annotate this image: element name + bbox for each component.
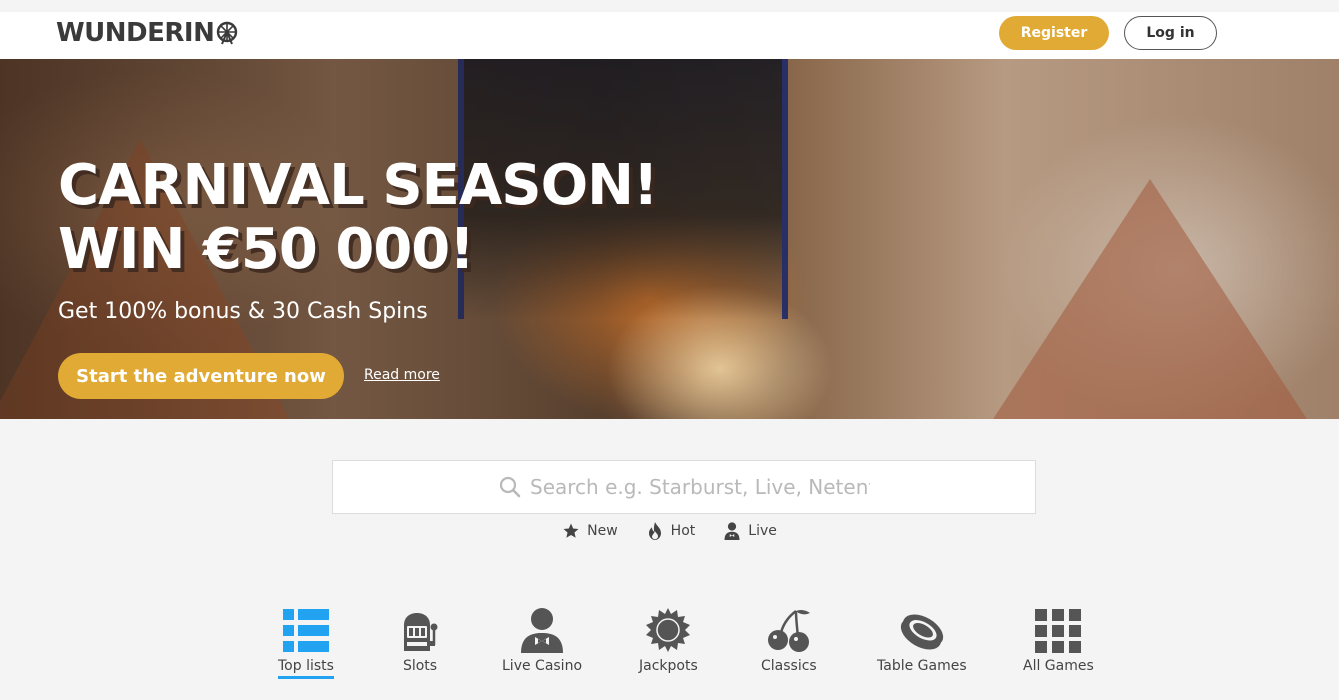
hero-subtitle: Get 100% bonus & 30 Cash Spins (58, 299, 428, 324)
dealer-icon (724, 522, 740, 540)
category-label: Table Games (877, 658, 967, 674)
category-label: All Games (1023, 658, 1094, 674)
read-more-link[interactable]: Read more (364, 367, 440, 383)
hero-banner: CARNIVAL SEASON! WIN €50 000! Get 100% b… (0, 59, 1339, 419)
search-icon (499, 476, 521, 498)
register-button[interactable]: Register (999, 16, 1109, 50)
category-top-lists[interactable]: Top lists (278, 605, 334, 679)
category-jackpots[interactable]: Jackpots (639, 605, 698, 674)
hero-title-line1: CARNIVAL SEASON! (58, 153, 659, 218)
top-strip (0, 0, 1339, 12)
start-adventure-button[interactable]: Start the adventure now (58, 353, 344, 399)
category-slots[interactable]: Slots (400, 605, 440, 674)
category-table-games[interactable]: Table Games (877, 605, 967, 674)
quick-filter-new[interactable]: New (562, 518, 618, 544)
quick-filter-label: Live (748, 523, 777, 539)
quick-filter-label: Hot (670, 523, 696, 539)
category-all-games[interactable]: All Games (1023, 605, 1094, 674)
logo[interactable]: WUNDERIN (56, 18, 239, 48)
cherry-icon (767, 609, 810, 652)
ferris-wheel-icon (217, 21, 238, 45)
category-live-casino[interactable]: Live Casino (502, 605, 582, 674)
category-nav: Top lists Slots Live Casino Jackpots Cla… (0, 605, 1339, 700)
category-classics[interactable]: Classics (761, 605, 817, 674)
category-label: Jackpots (639, 658, 698, 674)
flame-icon (648, 522, 661, 540)
dealer-icon (521, 608, 563, 653)
slot-machine-icon (404, 613, 438, 651)
category-label: Top lists (278, 658, 334, 679)
star-icon (563, 523, 579, 538)
quick-filters: New Hot Live (0, 518, 1339, 544)
site-header: WUNDERIN Register Log in (0, 12, 1339, 59)
category-label: Slots (402, 658, 438, 674)
hero-title: CARNIVAL SEASON! WIN €50 000! (58, 153, 659, 282)
list-icon (282, 609, 329, 652)
logo-text: WUNDERIN (56, 18, 215, 48)
chip-icon (900, 614, 943, 650)
search-box[interactable] (332, 460, 1036, 514)
jackpot-badge-icon (646, 608, 691, 652)
quick-filter-label: New (587, 523, 618, 539)
category-label: Classics (761, 658, 817, 674)
quick-filter-live[interactable]: Live (723, 518, 777, 544)
quick-filter-hot[interactable]: Hot (646, 518, 696, 544)
hero-bg-shape (980, 179, 1320, 419)
search-input[interactable] (530, 475, 870, 499)
hero-title-line2: WIN €50 000! (58, 217, 475, 282)
category-label: Live Casino (502, 658, 583, 674)
grid-icon (1035, 609, 1082, 653)
login-button[interactable]: Log in (1124, 16, 1217, 50)
